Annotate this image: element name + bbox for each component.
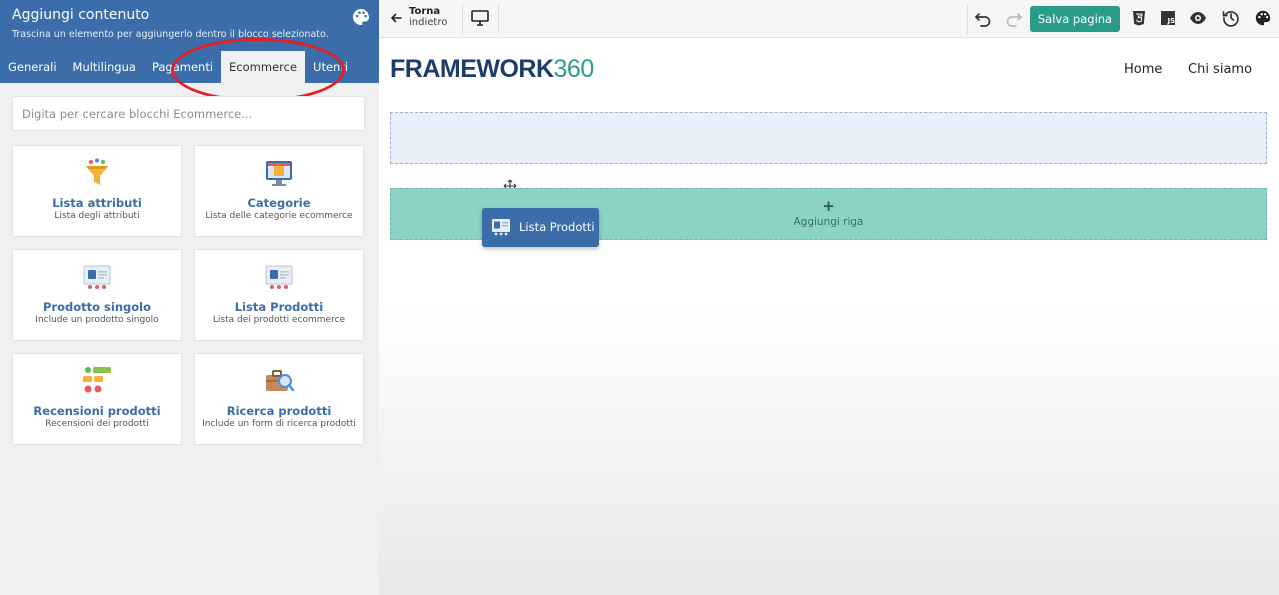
dragged-block-lista-prodotti[interactable]: Lista Prodotti [482, 208, 599, 247]
palette-icon[interactable] [1254, 9, 1272, 27]
shop-product-icon [83, 265, 111, 289]
block-card-lista-prodotti[interactable]: Lista Prodotti Lista dei prodotti ecomme… [194, 249, 364, 341]
dragged-block-label: Lista Prodotti [519, 220, 595, 234]
card-description: Lista dei prodotti ecommerce [212, 315, 346, 325]
eye-icon[interactable] [1189, 9, 1207, 27]
toolbar-divider [967, 4, 968, 34]
site-logo[interactable]: FRAMEWORK360 [390, 55, 594, 84]
nav-link-chi-siamo[interactable]: Chi siamo [1188, 62, 1252, 77]
card-description: Lista degli attributi [54, 211, 140, 221]
card-description: Include un form di ricerca prodotti [202, 419, 356, 429]
card-description: Include un prodotto singolo [35, 315, 159, 325]
toolbar-divider [498, 4, 499, 34]
panel-title: Aggiungi contenuto [12, 7, 150, 23]
tab-generali[interactable]: Generali [0, 51, 65, 83]
selected-block-dropzone[interactable] [390, 112, 1267, 164]
card-title: Ricerca prodotti [226, 404, 332, 418]
back-label-line1: Torna [409, 6, 441, 17]
history-icon[interactable] [1222, 9, 1240, 27]
block-card-categorie[interactable]: Categorie Lista delle categorie ecommerc… [194, 145, 364, 237]
editor-toolbar: Torna indietro Salva pagina JS [379, 0, 1279, 38]
block-search-input[interactable] [12, 96, 365, 131]
html5-icon[interactable] [1130, 9, 1148, 27]
save-page-button[interactable]: Salva pagina [1030, 6, 1120, 32]
add-content-panel: Aggiungi contenuto Trascina un elemento … [0, 0, 379, 595]
redo-icon[interactable] [1005, 9, 1023, 27]
tab-multilingua[interactable]: Multilingua [65, 51, 144, 83]
card-title: Categorie [247, 196, 311, 210]
card-description: Recensioni dei prodotti [45, 419, 149, 429]
back-label-line2: indietro [409, 17, 448, 28]
arrow-left-icon [390, 13, 402, 23]
tab-ecommerce[interactable]: Ecommerce [221, 51, 306, 83]
category-tabs: Generali Multilingua Pagamenti Ecommerce… [0, 51, 356, 83]
page-canvas: Torna indietro Salva pagina JS FRAMEWORK… [379, 0, 1279, 595]
funnel-icon [86, 158, 108, 185]
reviews-grid-icon [83, 367, 111, 393]
card-title: Lista Prodotti [234, 300, 324, 314]
monitor-icon[interactable] [471, 10, 489, 26]
canvas-background [379, 300, 1279, 595]
panel-subtitle: Trascina un elemento per aggiungerlo den… [12, 29, 329, 40]
logo-text: FRAMEWORK [390, 55, 554, 83]
js-icon[interactable]: JS [1159, 9, 1177, 27]
shop-product-list-icon [265, 265, 293, 289]
svg-text:JS: JS [1167, 17, 1176, 25]
shop-product-list-icon [492, 219, 510, 236]
toolbar-divider [462, 4, 463, 34]
nav-link-home[interactable]: Home [1124, 62, 1162, 77]
monitor-category-icon [266, 161, 292, 186]
block-card-ricerca-prodotti[interactable]: Ricerca prodotti Include un form di rice… [194, 353, 364, 445]
palette-icon[interactable] [351, 7, 371, 27]
panel-header: Aggiungi contenuto Trascina un elemento … [0, 0, 379, 102]
logo-number: 360 [553, 55, 595, 83]
tab-utenti[interactable]: Utenti [305, 51, 356, 83]
card-title: Prodotto singolo [43, 300, 151, 314]
search-briefcase-icon [266, 370, 295, 392]
card-title: Lista attributi [52, 196, 142, 210]
block-card-lista-attributi[interactable]: Lista attributi Lista degli attributi [12, 145, 182, 237]
card-title: Recensioni prodotti [33, 404, 161, 418]
card-description: Lista delle categorie ecommerce [205, 211, 353, 221]
undo-icon[interactable] [974, 9, 992, 27]
block-card-recensioni-prodotti[interactable]: Recensioni prodotti Recensioni dei prodo… [12, 353, 182, 445]
tab-pagamenti[interactable]: Pagamenti [144, 51, 221, 83]
block-card-prodotto-singolo[interactable]: Prodotto singolo Include un prodotto sin… [12, 249, 182, 341]
